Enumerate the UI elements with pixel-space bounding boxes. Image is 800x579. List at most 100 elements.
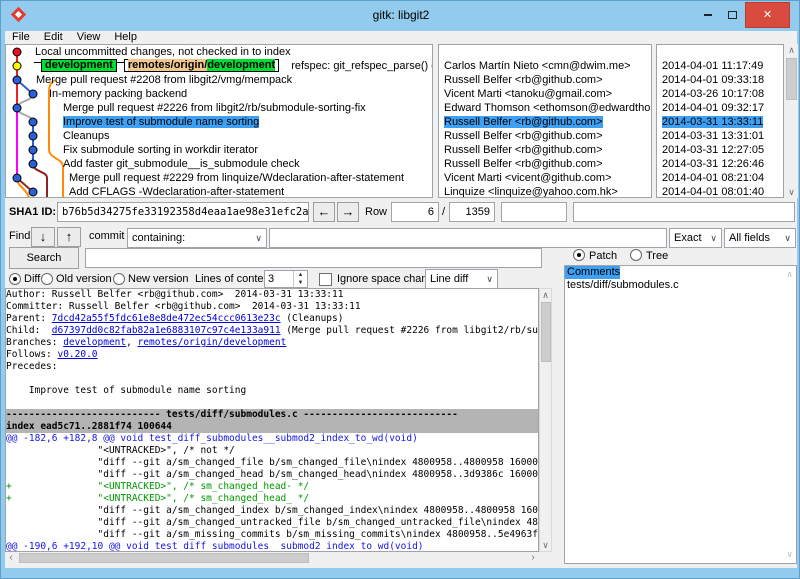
commit-link[interactable]: remotes/origin/development xyxy=(138,337,287,348)
scroll-right-icon[interactable]: › xyxy=(527,552,539,565)
ignore-space-checkbox[interactable] xyxy=(319,273,332,286)
new-version-radio[interactable] xyxy=(113,273,125,285)
diff-line: Follows: v0.20.0 xyxy=(6,349,538,361)
scrollbar-thumb[interactable] xyxy=(19,553,309,563)
close-button[interactable]: ✕ xyxy=(745,2,790,28)
find-next-button[interactable]: ↓ xyxy=(31,227,55,247)
scroll-down-icon[interactable]: ∨ xyxy=(786,549,793,560)
author-text: Vicent Marti <tanoku@gmail.com> xyxy=(444,88,612,100)
author-cell[interactable]: Linquize <linquize@yahoo.com.hk> xyxy=(439,185,651,198)
find-bar: Find ↓ ↑ commit containing:∨ Exact∨ All … xyxy=(5,226,797,248)
commit-row[interactable]: Merge pull request #2208 from libgit2/vm… xyxy=(6,73,432,87)
menu-bar: FileEditViewHelp xyxy=(5,31,797,44)
search-button[interactable]: Search xyxy=(9,247,79,269)
author-cell[interactable] xyxy=(439,45,651,59)
file-list-row[interactable]: tests/diff/submodules.c xyxy=(565,279,796,292)
diff-radio[interactable] xyxy=(9,273,21,285)
date-cell[interactable]: 2014-03-31 13:33:11 xyxy=(657,115,783,129)
find-input[interactable] xyxy=(269,228,667,248)
scrollbar-thumb[interactable] xyxy=(541,302,551,362)
remote-branch-label[interactable]: remotes/origin/development xyxy=(124,59,279,72)
scrollbar-thumb[interactable] xyxy=(786,58,797,100)
commit-link[interactable]: 7dcd42a55f5fdc61e8e8de472ec54ccc0613e23c xyxy=(52,313,281,324)
back-button[interactable]: ← xyxy=(313,202,335,222)
search-input[interactable] xyxy=(85,248,542,268)
exact-dropdown[interactable]: Exact∨ xyxy=(669,228,722,248)
commit-row[interactable]: Merge pull request #2229 from linquize/W… xyxy=(6,171,432,185)
row-current-field[interactable]: 6 xyxy=(391,202,439,222)
commit-row[interactable]: Merge pull request #2226 from libgit2/rb… xyxy=(6,101,432,115)
date-cell[interactable]: 2014-03-31 12:27:05 xyxy=(657,143,783,157)
author-cell[interactable]: Russell Belfer <rb@github.com> xyxy=(439,73,651,87)
fields-dropdown[interactable]: All fields∨ xyxy=(724,228,796,248)
author-cell[interactable]: Carlos Martín Nieto <cmn@dwim.me> xyxy=(439,59,651,73)
diff-horizontal-scrollbar[interactable]: ‹ › xyxy=(5,552,539,565)
commit-link[interactable]: d67397dd0c82fab82a1e6883107c97c4e133a911 xyxy=(52,325,281,336)
match-mode-dropdown[interactable]: containing:∨ xyxy=(127,228,267,248)
date-cell[interactable] xyxy=(657,45,783,59)
date-cell[interactable]: 2014-04-01 09:32:17 xyxy=(657,101,783,115)
tree-radio[interactable] xyxy=(630,249,642,261)
scroll-up-icon[interactable]: ∧ xyxy=(785,44,798,56)
stepper-arrows-icon[interactable]: ▲▼ xyxy=(293,271,307,287)
scroll-down-icon[interactable]: ∨ xyxy=(540,539,551,551)
author-cell[interactable]: Russell Belfer <rb@github.com> xyxy=(439,157,651,171)
scroll-up-icon[interactable]: ∧ xyxy=(540,289,551,301)
title-bar: gitk: libgit2 ✕ xyxy=(1,1,800,31)
commit-row[interactable]: Add faster git_submodule__is_submodule c… xyxy=(6,157,432,171)
author-cell[interactable]: Edward Thomson <ethomson@edwardthomson.c… xyxy=(439,101,651,115)
diff-mode-dropdown[interactable]: Line diff∨ xyxy=(425,269,498,289)
maximize-button[interactable] xyxy=(719,2,745,28)
commit-link[interactable]: v0.20.0 xyxy=(57,349,97,360)
author-cell[interactable]: Russell Belfer <rb@github.com> xyxy=(439,129,651,143)
remote-name: development xyxy=(207,59,275,71)
context-lines-stepper[interactable]: 3 ▲▼ xyxy=(264,270,308,288)
author-cell[interactable]: Russell Belfer <rb@github.com> xyxy=(439,143,651,157)
author-list-pane[interactable]: Carlos Martín Nieto <cmn@dwim.me>Russell… xyxy=(438,44,652,198)
menu-item-edit[interactable]: Edit xyxy=(37,31,70,44)
patch-radio[interactable] xyxy=(573,249,585,261)
commit-link[interactable]: development xyxy=(63,337,126,348)
commit-list-scrollbar[interactable]: ∧ ∨ xyxy=(785,44,798,198)
scroll-down-icon[interactable]: ∨ xyxy=(785,186,798,198)
diff-vertical-scrollbar[interactable]: ∧ ∨ xyxy=(539,288,552,552)
date-cell[interactable]: 2014-04-01 09:33:18 xyxy=(657,73,783,87)
commit-row[interactable]: Add CFLAGS -Wdeclaration-after-statement xyxy=(6,185,432,198)
date-cell[interactable]: 2014-03-31 12:26:46 xyxy=(657,157,783,171)
date-cell[interactable]: 2014-04-01 08:21:04 xyxy=(657,171,783,185)
author-cell[interactable]: Russell Belfer <rb@github.com> xyxy=(439,115,651,129)
file-list-item[interactable]: tests/diff/submodules.c xyxy=(565,279,679,292)
exact-value: Exact xyxy=(674,232,702,244)
scroll-up-icon[interactable]: ∧ xyxy=(786,269,793,280)
date-cell[interactable]: 2014-04-01 08:01:40 xyxy=(657,185,783,198)
commit-row[interactable]: Local uncommitted changes, not checked i… xyxy=(6,45,432,59)
forward-button[interactable]: → xyxy=(337,202,359,222)
commit-subject: Merge pull request #2208 from libgit2/vm… xyxy=(36,74,292,86)
menu-item-help[interactable]: Help xyxy=(107,31,144,44)
date-cell[interactable]: 2014-03-31 13:31:01 xyxy=(657,129,783,143)
author-cell[interactable]: Vicent Marti <vicent@github.com> xyxy=(439,171,651,185)
file-list-row[interactable]: Comments xyxy=(565,266,796,279)
minimize-button[interactable] xyxy=(695,2,721,28)
menu-item-file[interactable]: File xyxy=(5,31,37,44)
diff-line: Precedes: xyxy=(6,361,538,373)
commit-list-pane[interactable]: Local uncommitted changes, not checked i… xyxy=(5,44,433,198)
menu-item-view[interactable]: View xyxy=(70,31,108,44)
scroll-left-icon[interactable]: ‹ xyxy=(5,552,17,565)
author-cell[interactable]: Vicent Marti <tanoku@gmail.com> xyxy=(439,87,651,101)
commit-row[interactable]: Improve test of submodule name sorting xyxy=(6,115,432,129)
date-cell[interactable]: 2014-03-26 10:17:08 xyxy=(657,87,783,101)
sha1-input[interactable]: b76b5d34275fe33192358d4eaa1ae98e31efc2a1 xyxy=(57,202,309,222)
commit-row[interactable]: Cleanups xyxy=(6,129,432,143)
file-list-item[interactable]: Comments xyxy=(565,266,620,279)
find-prev-button[interactable]: ↑ xyxy=(57,227,81,247)
old-version-radio[interactable] xyxy=(41,273,53,285)
date-cell[interactable]: 2014-04-01 11:17:49 xyxy=(657,59,783,73)
file-list-pane[interactable]: Commentstests/diff/submodules.c ∧ ∨ xyxy=(564,265,797,564)
diff-view[interactable]: Author: Russell Belfer <rb@github.com> 2… xyxy=(5,288,539,552)
commit-row[interactable]: Fix submodule sorting in workdir iterato… xyxy=(6,143,432,157)
commit-row[interactable]: developmentremotes/origin/developmentref… xyxy=(6,59,432,73)
commit-row[interactable]: In-memory packing backend xyxy=(6,87,432,101)
branch-label[interactable]: development xyxy=(41,59,117,72)
date-list-pane[interactable]: 2014-04-01 11:17:492014-04-01 09:33:1820… xyxy=(656,44,784,198)
